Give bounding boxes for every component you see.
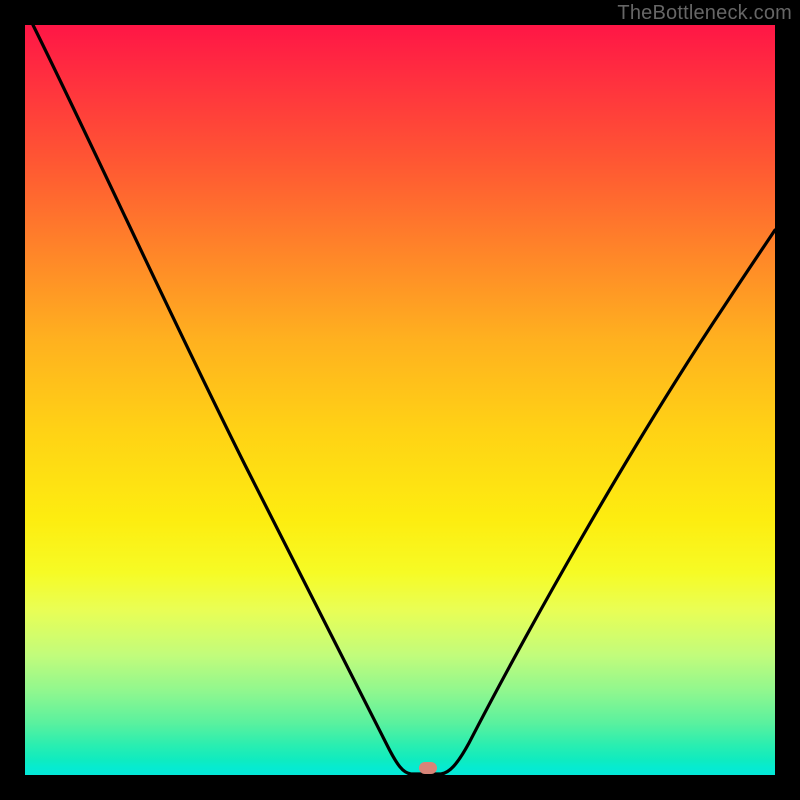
- minimum-marker: [419, 762, 437, 774]
- bottleneck-curve: [25, 25, 775, 775]
- curve-path: [33, 25, 775, 774]
- chart-frame: TheBottleneck.com: [0, 0, 800, 800]
- watermark-text: TheBottleneck.com: [617, 2, 792, 25]
